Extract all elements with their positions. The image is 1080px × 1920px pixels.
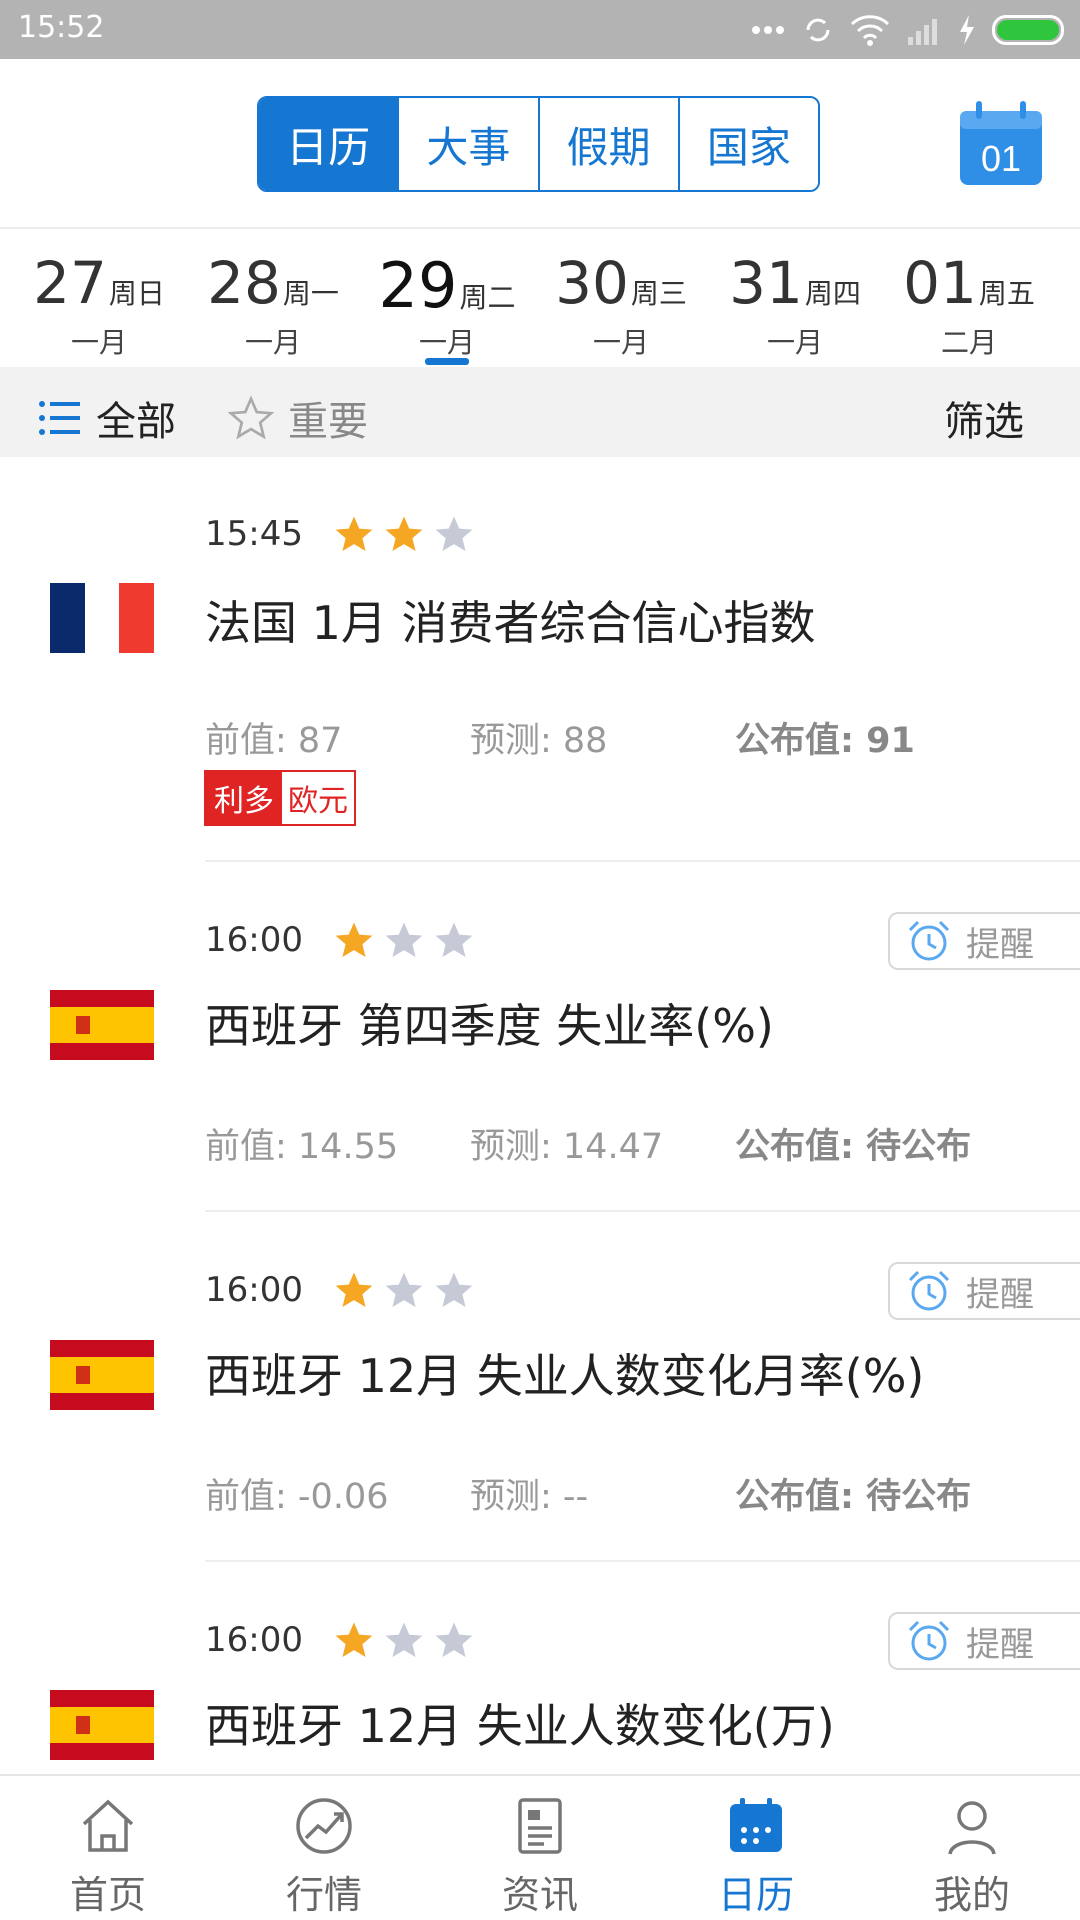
bottom-nav: 首页 行情 资讯 日历 我的 [0,1774,1080,1920]
date-item[interactable]: 30 周三 一月 [534,231,708,367]
calendar-picker-day: 01 [981,138,1021,179]
segment-tabs: 日历 大事 假期 国家 [257,96,820,192]
battery-icon [992,15,1064,45]
date-item[interactable]: 31 周四 一月 [708,231,882,367]
actual-value: 公布值: 待公布 [735,1477,972,1517]
forecast-value: 预测: 14.47 [470,1127,664,1167]
star-filled-icon [335,516,373,551]
actual-value: 公布值: 待公布 [735,1127,972,1167]
spain-flag-icon [50,1340,154,1410]
previous-value: 前值: -0.06 [205,1477,389,1517]
remind-button[interactable]: 提醒 [888,1612,1080,1670]
list-icon [39,401,80,435]
event-item[interactable]: 16:00 提醒 西班牙 12月 失业人数变化月率(%) 前值: -0.06 预… [0,1212,1080,1562]
calendar-picker-icon[interactable]: 01 [958,101,1044,187]
nav-home[interactable]: 首页 [0,1776,216,1920]
star-empty-icon [435,922,473,957]
header: 日历 大事 假期 国家 01 [0,59,1080,229]
event-time: 16:00 [205,1270,303,1310]
filter-button[interactable]: 筛选 [944,389,1024,447]
filter-all-button[interactable]: 全部 [38,389,176,447]
star-filled-icon [335,1272,373,1307]
nav-market[interactable]: 行情 [216,1776,432,1920]
importance-stars [333,919,475,961]
status-bar: 15:52 [0,0,1080,59]
market-chart-icon [296,1798,352,1854]
alarm-clock-icon [908,1620,950,1661]
signal-icon [908,19,937,45]
forecast-value: 预测: 88 [470,721,608,761]
importance-stars [333,1269,475,1311]
star-empty-icon [435,1272,473,1307]
alarm-clock-icon [908,920,950,961]
forecast-value: 预测: -- [470,1477,589,1517]
sync-icon [806,18,830,42]
star-empty-icon [385,1272,423,1307]
previous-value: 前值: 87 [205,721,343,761]
tab-major-events[interactable]: 大事 [399,98,540,190]
date-strip: 27 周日 一月 28 周一 一月 29 周二 一月 30 周三 一月 31 周四 一月 … [0,231,1080,367]
star-filled-icon [335,922,373,957]
nav-calendar[interactable]: 日历 [648,1776,864,1920]
event-list: 15:45 法国 1月 消费者综合信心指数 前值: 87 预测: 88 公布值:… [0,457,1080,1774]
alarm-clock-icon [908,1270,950,1311]
date-item[interactable]: 28 周一 一月 [186,231,360,367]
star-empty-icon [435,1622,473,1657]
filter-important-button[interactable]: 重要 [228,389,368,447]
tab-holidays[interactable]: 假期 [539,98,680,190]
selected-date-indicator [425,358,469,365]
previous-value: 前值: 14.55 [205,1127,399,1167]
impact-badge: 利多 欧元 [204,770,356,826]
actual-value: 公布值: 91 [735,721,915,761]
filter-bar: 全部 重要 筛选 [0,367,1080,457]
more-dots-icon [752,26,784,34]
star-filled-icon [335,1622,373,1657]
nav-news[interactable]: 资讯 [432,1776,648,1920]
date-item[interactable]: 27 周日 一月 [12,231,186,367]
calendar-icon [730,1798,782,1852]
event-time: 16:00 [205,920,303,960]
event-title: 西班牙 12月 失业人数变化月率(%) [205,1349,925,1403]
star-outline-icon [228,395,274,440]
profile-icon [948,1801,996,1855]
event-title: 法国 1月 消费者综合信心指数 [205,596,816,650]
tab-countries[interactable]: 国家 [679,98,818,190]
news-icon [518,1798,562,1854]
star-filled-icon [385,516,423,551]
france-flag-icon [50,583,154,653]
remind-button[interactable]: 提醒 [888,1262,1080,1320]
event-item[interactable]: 15:45 法国 1月 消费者综合信心指数 前值: 87 预测: 88 公布值:… [0,457,1080,862]
home-icon [82,1799,134,1852]
event-item[interactable]: 16:00 提醒 西班牙 第四季度 失业率(%) 前值: 14.55 预测: 1… [0,862,1080,1212]
event-time: 15:45 [205,514,303,554]
status-time: 15:52 [18,10,105,45]
importance-stars [333,1619,475,1661]
importance-stars [333,513,475,555]
spain-flag-icon [50,1690,154,1760]
star-empty-icon [385,1622,423,1657]
nav-profile[interactable]: 我的 [864,1776,1080,1920]
star-empty-icon [385,922,423,957]
date-item-selected[interactable]: 29 周二 一月 [360,231,534,367]
star-empty-icon [435,516,473,551]
event-title: 西班牙 12月 失业人数变化(万) [205,1699,835,1753]
event-item[interactable]: 16:00 提醒 西班牙 12月 失业人数变化(万) [0,1562,1080,1774]
spain-flag-icon [50,990,154,1060]
event-time: 16:00 [205,1620,303,1660]
charging-icon [960,15,974,45]
remind-button[interactable]: 提醒 [888,912,1080,970]
date-item[interactable]: 01 周五 二月 [882,231,1056,367]
tab-calendar[interactable]: 日历 [259,98,400,190]
event-title: 西班牙 第四季度 失业率(%) [205,999,774,1053]
wifi-icon [850,15,890,46]
